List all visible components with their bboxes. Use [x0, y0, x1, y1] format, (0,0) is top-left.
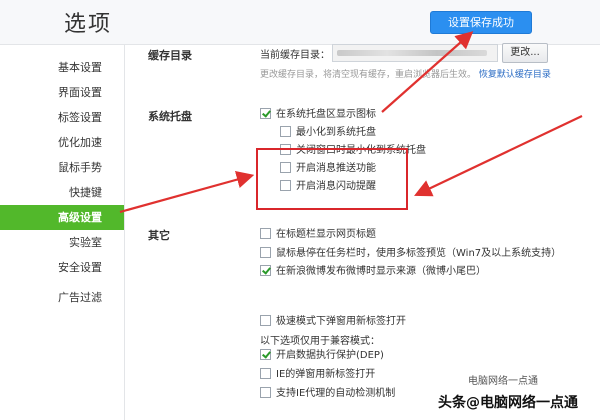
arrow-from-sidebar: [119, 171, 255, 214]
arrow-from-right: [414, 115, 583, 197]
watermark-top: 电脑网络一点通: [468, 376, 538, 387]
annotation-arrows: [119, 31, 583, 214]
arrow-to-toast: [381, 31, 474, 113]
watermark-main: 头条@电脑网络一点通: [438, 395, 578, 411]
